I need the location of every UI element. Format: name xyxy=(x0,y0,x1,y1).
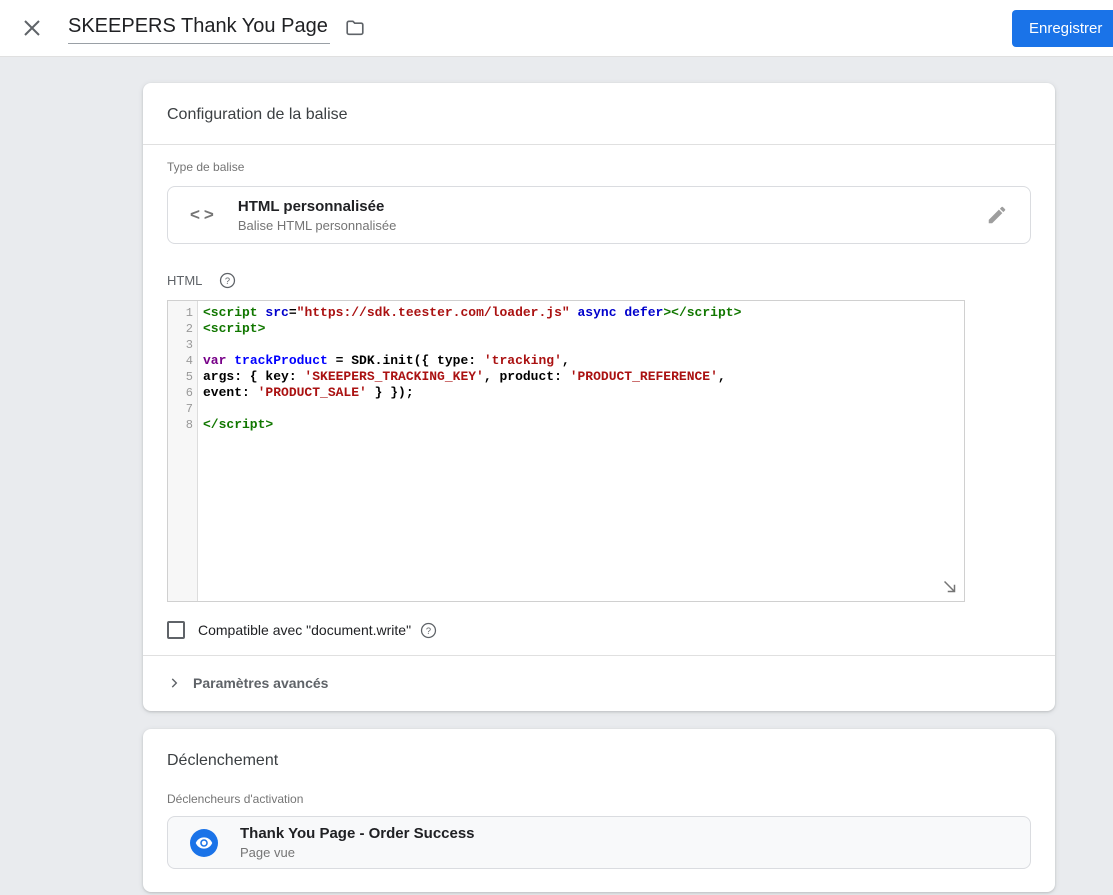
tag-type-name: HTML personnalisée xyxy=(237,197,385,215)
document-write-label: Compatible avec "document.write" xyxy=(198,622,412,638)
tag-type-label: Type de balise xyxy=(167,160,245,174)
visibility-eye-icon xyxy=(190,828,218,857)
folder-icon[interactable] xyxy=(343,16,367,40)
close-icon[interactable] xyxy=(20,16,44,40)
editor-code[interactable]: <script src="https://sdk.teester.com/loa… xyxy=(198,301,741,601)
code-line[interactable]: <script src="https://sdk.teester.com/loa… xyxy=(203,305,741,321)
activation-triggers-label: Déclencheurs d'activation xyxy=(167,792,304,806)
save-button[interactable]: Enregistrer xyxy=(1012,10,1113,47)
trigger-name: Thank You Page - Order Success xyxy=(240,825,475,842)
top-bar: SKEEPERS Thank You Page Enregistrer xyxy=(0,0,1113,57)
line-number: 8 xyxy=(185,418,193,432)
line-number: 6 xyxy=(185,386,193,400)
code-line[interactable] xyxy=(203,337,741,353)
trigger-row[interactable]: Thank You Page - Order Success Page vue xyxy=(167,816,1031,869)
advanced-settings-expander[interactable]: Paramètres avancés xyxy=(143,655,1055,711)
html-code-editor[interactable]: 1 2 3 4 5 6 7 8 <script src="https://sdk.teeste… xyxy=(167,300,965,602)
tag-configuration-title: Configuration de la balise xyxy=(143,83,1055,145)
code-line[interactable]: <script> xyxy=(203,321,741,337)
line-number: 7 xyxy=(185,402,193,416)
resize-south-east-icon[interactable] xyxy=(941,578,959,596)
trigger-card: Déclenchement Déclencheurs d'activation … xyxy=(143,729,1055,892)
tag-configuration-card: Configuration de la balise Type de balis… xyxy=(143,83,1055,711)
line-number: 4 xyxy=(185,354,193,368)
tag-type-box[interactable]: <> HTML personnalisée Balise HTML person… xyxy=(167,186,1031,244)
help-circle-icon[interactable]: ? xyxy=(420,622,437,639)
line-number: 2 xyxy=(185,322,193,336)
document-write-checkbox[interactable] xyxy=(167,621,185,639)
line-number: 5 xyxy=(185,370,193,384)
html-field-label: HTML xyxy=(167,273,203,288)
code-line[interactable]: args: { key: 'SKEEPERS_TRACKING_KEY', pr… xyxy=(203,369,741,385)
tag-type-description: Balise HTML personnalisée xyxy=(237,217,397,233)
svg-text:?: ? xyxy=(426,625,431,635)
advanced-settings-label: Paramètres avancés xyxy=(193,675,329,691)
code-line[interactable] xyxy=(203,401,741,417)
line-number: 1 xyxy=(185,306,193,320)
code-line[interactable]: var trackProduct = SDK.init({ type: 'tra… xyxy=(203,353,741,369)
pencil-icon[interactable] xyxy=(986,204,1010,228)
tag-name-input[interactable]: SKEEPERS Thank You Page xyxy=(68,13,330,44)
trigger-card-title: Déclenchement xyxy=(167,752,279,769)
chevron-right-icon xyxy=(171,678,178,688)
help-circle-icon[interactable]: ? xyxy=(219,272,236,289)
line-number: 3 xyxy=(185,338,193,352)
code-line[interactable]: </script> xyxy=(203,417,741,433)
code-line[interactable]: event: 'PRODUCT_SALE' } }); xyxy=(203,385,741,401)
editor-line-numbers: 1 2 3 4 5 6 7 8 xyxy=(168,301,198,601)
code-angle-brackets-icon: <> xyxy=(190,205,218,224)
svg-text:?: ? xyxy=(225,276,230,286)
trigger-type: Page vue xyxy=(240,845,295,860)
